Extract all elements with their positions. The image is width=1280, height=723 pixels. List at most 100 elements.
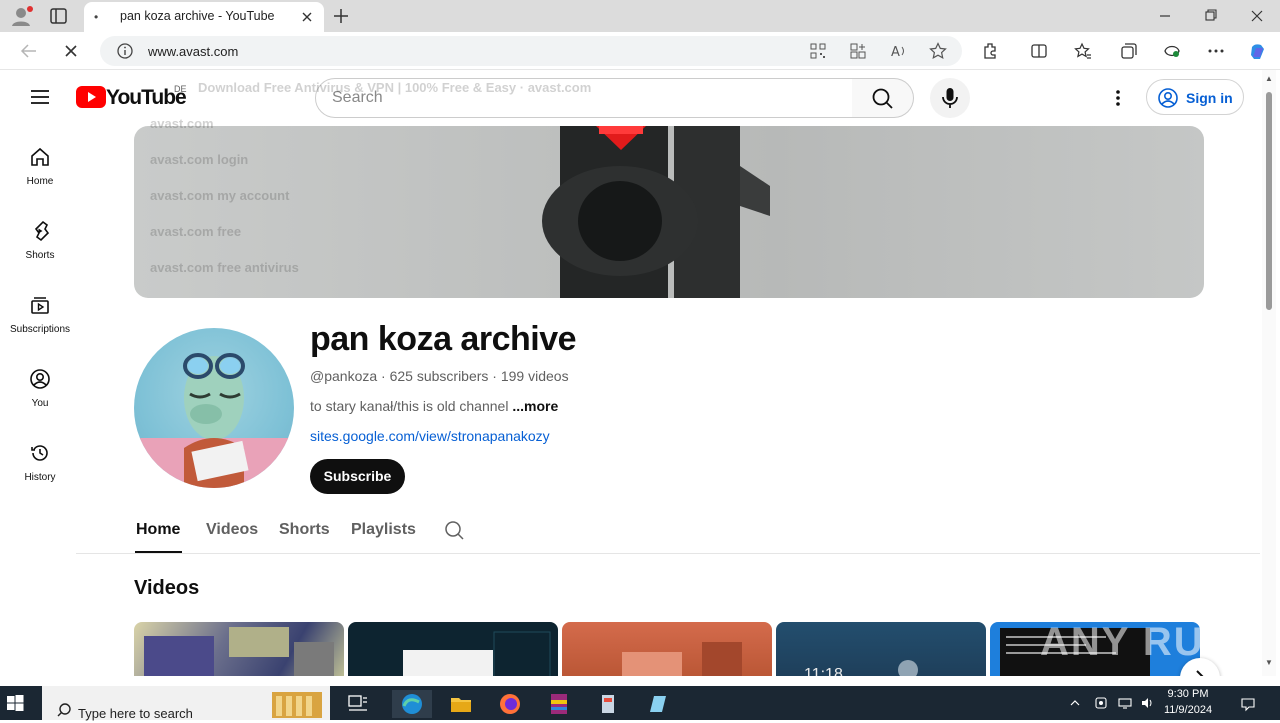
taskbar-search-box[interactable]: Type here to search: [42, 686, 330, 721]
browser-tab-active[interactable]: • pan koza archive - YouTube: [84, 2, 324, 32]
app-available-icon[interactable]: [848, 41, 868, 61]
profile-icon[interactable]: [8, 4, 36, 28]
network-icon[interactable]: [1118, 696, 1132, 710]
browser-essentials-icon[interactable]: [1162, 41, 1182, 61]
voice-search-button[interactable]: [930, 78, 970, 118]
close-window-icon[interactable]: [1234, 4, 1280, 28]
history-icon: [31, 445, 48, 461]
search-input[interactable]: [332, 89, 832, 107]
thumbnail-clock-text: 11:18: [804, 666, 843, 676]
minimize-icon[interactable]: [1142, 4, 1188, 28]
search-icon: [872, 88, 893, 109]
subscriptions-icon: [31, 297, 49, 314]
tab-close-icon[interactable]: [298, 8, 316, 26]
volume-icon[interactable]: [1140, 696, 1154, 710]
extensions-icon[interactable]: [981, 41, 1001, 61]
favorite-star-icon[interactable]: [928, 41, 948, 61]
video-thumbnail[interactable]: [134, 622, 344, 676]
taskbar-clock[interactable]: 9:30 PM 11/9/2024: [1158, 686, 1218, 718]
collections-icon[interactable]: [1118, 41, 1138, 61]
restore-icon[interactable]: [1188, 4, 1234, 28]
tab-playlists[interactable]: Playlists: [351, 521, 416, 539]
channel-avatar[interactable]: [134, 328, 294, 488]
page-scrollbar[interactable]: ▲ ▼: [1262, 70, 1276, 676]
settings-more-vertical-icon[interactable]: [1108, 88, 1128, 108]
guide-label-subscriptions: Subscriptions: [9, 324, 71, 335]
address-bar[interactable]: www.avast.com A: [100, 36, 962, 66]
clock-date: 11/9/2024: [1163, 704, 1213, 716]
tray-device-icon[interactable]: [1094, 696, 1108, 710]
you-icon: [30, 369, 50, 389]
sign-in-button[interactable]: Sign in: [1146, 79, 1244, 115]
subscribe-button[interactable]: Subscribe: [310, 459, 405, 494]
back-icon[interactable]: [18, 40, 40, 62]
taskbar-notepad-icon[interactable]: [637, 690, 677, 718]
new-tab-icon[interactable]: [330, 5, 352, 27]
anyrun-watermark: ANY RUN: [1040, 620, 1236, 664]
notifications-icon[interactable]: [1240, 696, 1256, 712]
clock-time: 9:30 PM: [1167, 688, 1209, 700]
guide-item-history[interactable]: History: [0, 434, 80, 498]
logo-region-code: DE: [174, 84, 187, 94]
tab-actions-icon[interactable]: [48, 6, 70, 26]
sign-in-label: Sign in: [1186, 90, 1233, 106]
channel-description[interactable]: to stary kanał/this is old channel ...mo…: [310, 398, 558, 414]
favorites-icon[interactable]: [1073, 41, 1093, 61]
taskbar-file-explorer-icon[interactable]: [441, 690, 481, 718]
scrollbar-thumb[interactable]: [1266, 92, 1272, 310]
guide-label-history: History: [24, 472, 56, 483]
address-url: www.avast.com: [148, 44, 239, 59]
guide-menu-icon[interactable]: [30, 88, 50, 106]
taskbar-winrar-icon[interactable]: [539, 690, 579, 718]
taskbar-app-icon[interactable]: [588, 690, 628, 718]
scroll-up-icon[interactable]: ▲: [1265, 74, 1273, 83]
tab-title: pan koza archive - YouTube: [120, 9, 275, 23]
youtube-logo-icon[interactable]: [76, 86, 106, 110]
taskbar-edge-icon[interactable]: [392, 690, 432, 718]
search-button[interactable]: [852, 78, 914, 118]
active-tab-indicator: [135, 551, 182, 553]
task-view-icon[interactable]: [338, 690, 378, 718]
channel-external-link[interactable]: sites.google.com/view/stronapanakozy: [310, 428, 550, 444]
video-thumbnail[interactable]: [562, 622, 772, 676]
guide-item-shorts[interactable]: Shorts: [0, 212, 80, 276]
guide-item-home[interactable]: Home: [0, 138, 80, 202]
channel-search-icon[interactable]: [443, 519, 465, 541]
channel-name: pan koza archive: [310, 320, 577, 358]
video-thumbnail[interactable]: 11:18: [776, 622, 986, 676]
tab-home[interactable]: Home: [136, 521, 180, 539]
channel-banner: [134, 126, 1204, 298]
search-box[interactable]: [315, 78, 853, 118]
guide-item-subscriptions[interactable]: Subscriptions: [0, 286, 80, 350]
page-viewport: YouTube DE Sign in Home Shorts Subscript…: [0, 70, 1260, 676]
guide-label-home: Home: [26, 176, 54, 187]
qr-code-icon[interactable]: [808, 41, 828, 61]
channel-tabs: Home Videos Shorts Playlists: [76, 516, 1260, 554]
videos-section-title: Videos: [134, 577, 200, 599]
browser-toolbar: www.avast.com A: [0, 32, 1280, 70]
read-aloud-icon[interactable]: A: [888, 41, 908, 61]
taskbar-search-text: Type here to search: [78, 706, 193, 721]
guide-item-you[interactable]: You: [0, 360, 80, 424]
windows-start-icon[interactable]: [4, 692, 26, 714]
browser-tab-strip: • pan koza archive - YouTube: [0, 0, 1280, 32]
tab-videos[interactable]: Videos: [206, 521, 258, 539]
shorts-icon: [34, 220, 50, 242]
tab-favicon: •: [94, 10, 99, 24]
copilot-icon[interactable]: [1247, 41, 1267, 61]
site-info-icon[interactable]: [116, 42, 134, 60]
scroll-down-icon[interactable]: ▼: [1265, 658, 1273, 667]
taskbar-firefox-icon[interactable]: [490, 690, 530, 718]
channel-meta: @pankoza · 625 subscribers · 199 videos: [310, 368, 569, 384]
video-thumbnail[interactable]: [348, 622, 558, 676]
squidward-avatar-image: [134, 353, 294, 488]
search-highlight-image: [272, 692, 322, 718]
tab-shorts[interactable]: Shorts: [279, 521, 330, 539]
stop-loading-icon[interactable]: [60, 40, 82, 62]
split-screen-icon[interactable]: [1029, 41, 1049, 61]
description-more-link[interactable]: ...more: [512, 398, 558, 414]
thumbnail-user-icon: [898, 660, 918, 676]
tray-chevron-icon[interactable]: [1068, 696, 1082, 710]
traffic-light-image: [542, 126, 770, 298]
settings-more-icon[interactable]: [1206, 41, 1226, 61]
